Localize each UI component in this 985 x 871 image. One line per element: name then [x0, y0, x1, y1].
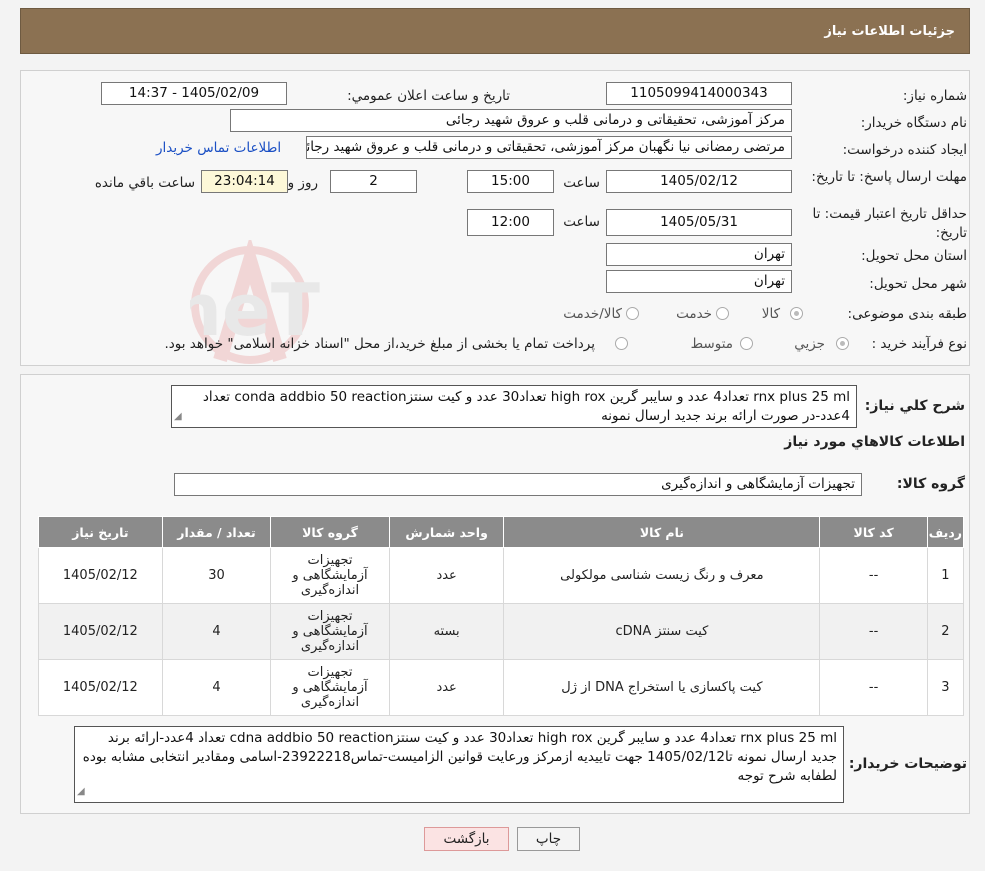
summary-text: rnx plus 25 ml تعداد4 عدد و سایبر گرین h… — [202, 389, 850, 424]
buyer-contact-link[interactable]: اطلاعات تماس خریدار — [156, 140, 281, 156]
cell-group: تجهیزات آزمایشگاهی و اندازه‌گیری — [270, 547, 390, 604]
buyer-notes-textarea: rnx plus 25 ml تعداد4 عدد و سایبر گرین h… — [74, 726, 844, 803]
process-option-medium: متوسط — [690, 336, 733, 352]
need-number-field: 1105099414000343 — [606, 82, 792, 105]
city-field: تهران — [606, 270, 792, 293]
category-radio-service[interactable] — [716, 307, 729, 320]
category-option-goods: کالا — [761, 306, 780, 322]
cell-row-number: 2 — [926, 603, 965, 660]
process-option-minor: جزیي — [794, 336, 825, 352]
creator-field: مرتضی رمضانی نیا نگهبان مرکز آموزشی، تحق… — [306, 136, 792, 159]
city-label: شهر محل تحویل: — [869, 276, 967, 292]
remaining-time-field: 23:04:14 — [201, 170, 288, 193]
page-title: جزئیات اطلاعات نیاز — [824, 24, 955, 39]
category-radio-goods-service[interactable] — [626, 307, 639, 320]
goods-group-field: تجهیزات آزمایشگاهی و اندازه‌گیری — [174, 473, 862, 496]
validity-time-label: ساعت — [563, 214, 600, 230]
category-option-goods-service: کالا/خدمت — [563, 306, 622, 322]
table-row: 1 -- معرف و رنگ زیست شناسی مولکولی عدد ت… — [38, 547, 965, 604]
deadline-time-label: ساعت — [563, 175, 600, 191]
col-header-quantity: تعداد / مقدار — [161, 516, 272, 548]
process-radio-treasury[interactable] — [615, 337, 628, 350]
deadline-time-field: 15:00 — [467, 170, 554, 193]
cell-name: کیت سنتز cDNA — [503, 603, 821, 660]
cell-unit: بسته — [388, 603, 505, 660]
back-button[interactable]: بازگشت — [424, 827, 509, 851]
col-header-name: نام کالا — [503, 516, 821, 548]
category-option-service: خدمت — [676, 306, 712, 322]
cell-name: کیت پاکسازی یا استخراج DNA از ژل — [503, 659, 821, 716]
deadline-date-field: 1405/02/12 — [606, 170, 792, 193]
cell-code: -- — [819, 603, 928, 660]
province-label: استان محل تحویل: — [861, 248, 967, 264]
cell-unit: عدد — [388, 547, 505, 604]
announce-field: 1405/02/09 - 14:37 — [101, 82, 287, 105]
cell-row-number: 1 — [926, 547, 965, 604]
page-header: جزئیات اطلاعات نیاز — [20, 8, 970, 54]
need-number-label: شماره نیاز: — [902, 88, 967, 104]
cell-quantity: 4 — [161, 603, 272, 660]
cell-name: معرف و رنگ زیست شناسی مولکولی — [503, 547, 821, 604]
validity-time-field: 12:00 — [467, 209, 554, 236]
print-button[interactable]: چاپ — [517, 827, 580, 851]
cell-code: -- — [819, 659, 928, 716]
validity-label: حداقل تاریخ اعتبار قیمت: تا تاریخ: — [812, 206, 967, 241]
category-radio-goods[interactable] — [790, 307, 803, 320]
days-remaining-field: 2 — [330, 170, 417, 193]
remaining-label: ساعت باقي مانده — [94, 175, 195, 191]
table-row: 3 -- کیت پاکسازی یا استخراج DNA از ژل عد… — [38, 659, 965, 716]
col-header-unit: واحد شمارش — [388, 516, 505, 548]
days-label: روز و — [287, 175, 318, 191]
table-header-row: ردیف کد کالا نام کالا واحد شمارش گروه کا… — [38, 516, 965, 548]
cell-code: -- — [819, 547, 928, 604]
province-field: تهران — [606, 243, 792, 266]
resize-grip-icon[interactable]: ◢ — [174, 407, 182, 426]
resize-grip-icon[interactable]: ◢ — [77, 782, 85, 801]
buyer-notes-label: توضیحات خریدار: — [848, 756, 967, 772]
cell-quantity: 4 — [161, 659, 272, 716]
cell-group: تجهیزات آزمایشگاهی و اندازه‌گیری — [270, 659, 390, 716]
process-radio-medium[interactable] — [740, 337, 753, 350]
table-row: 2 -- کیت سنتز cDNA بسته تجهیزات آزمایشگا… — [38, 603, 965, 660]
buyer-notes-text: rnx plus 25 ml تعداد4 عدد و سایبر گرین h… — [82, 730, 837, 784]
cell-row-number: 3 — [926, 659, 965, 716]
buyer-field: مرکز آموزشی، تحقیقاتی و درمانی قلب و عرو… — [230, 109, 792, 132]
cell-group: تجهیزات آزمایشگاهی و اندازه‌گیری — [270, 603, 390, 660]
cell-date: 1405/02/12 — [38, 547, 163, 604]
category-label: طبقه بندی موضوعی: — [847, 306, 967, 322]
validity-date-field: 1405/05/31 — [606, 209, 792, 236]
goods-section-title: اطلاعات کالاهاي مورد نیاز — [784, 434, 965, 450]
col-header-row-number: ردیف — [926, 516, 965, 548]
summary-textarea: rnx plus 25 ml تعداد4 عدد و سایبر گرین h… — [171, 385, 857, 428]
col-header-group: گروه کالا — [270, 516, 390, 548]
col-header-code: کد کالا — [819, 516, 928, 548]
creator-label: ایجاد کننده درخواست: — [842, 142, 967, 158]
goods-group-label: گروه کالا: — [896, 476, 965, 492]
announce-label: تاریخ و ساعت اعلان عمومي: — [347, 88, 510, 104]
cell-unit: عدد — [388, 659, 505, 716]
col-header-date: تاریخ نیاز — [38, 516, 163, 548]
process-note: پرداخت تمام یا بخشی از مبلغ خرید،از محل … — [164, 336, 595, 352]
cell-date: 1405/02/12 — [38, 659, 163, 716]
goods-table: ردیف کد کالا نام کالا واحد شمارش گروه کا… — [38, 516, 965, 716]
deadline-label: مهلت ارسال پاسخ: تا تاریخ: — [811, 169, 967, 185]
cell-quantity: 30 — [161, 547, 272, 604]
buyer-label: نام دستگاه خریدار: — [860, 115, 967, 131]
cell-date: 1405/02/12 — [38, 603, 163, 660]
summary-label: شرح کلي نیاز: — [864, 398, 965, 414]
process-label: نوع فرآیند خرید : — [871, 336, 967, 352]
process-radio-minor[interactable] — [836, 337, 849, 350]
